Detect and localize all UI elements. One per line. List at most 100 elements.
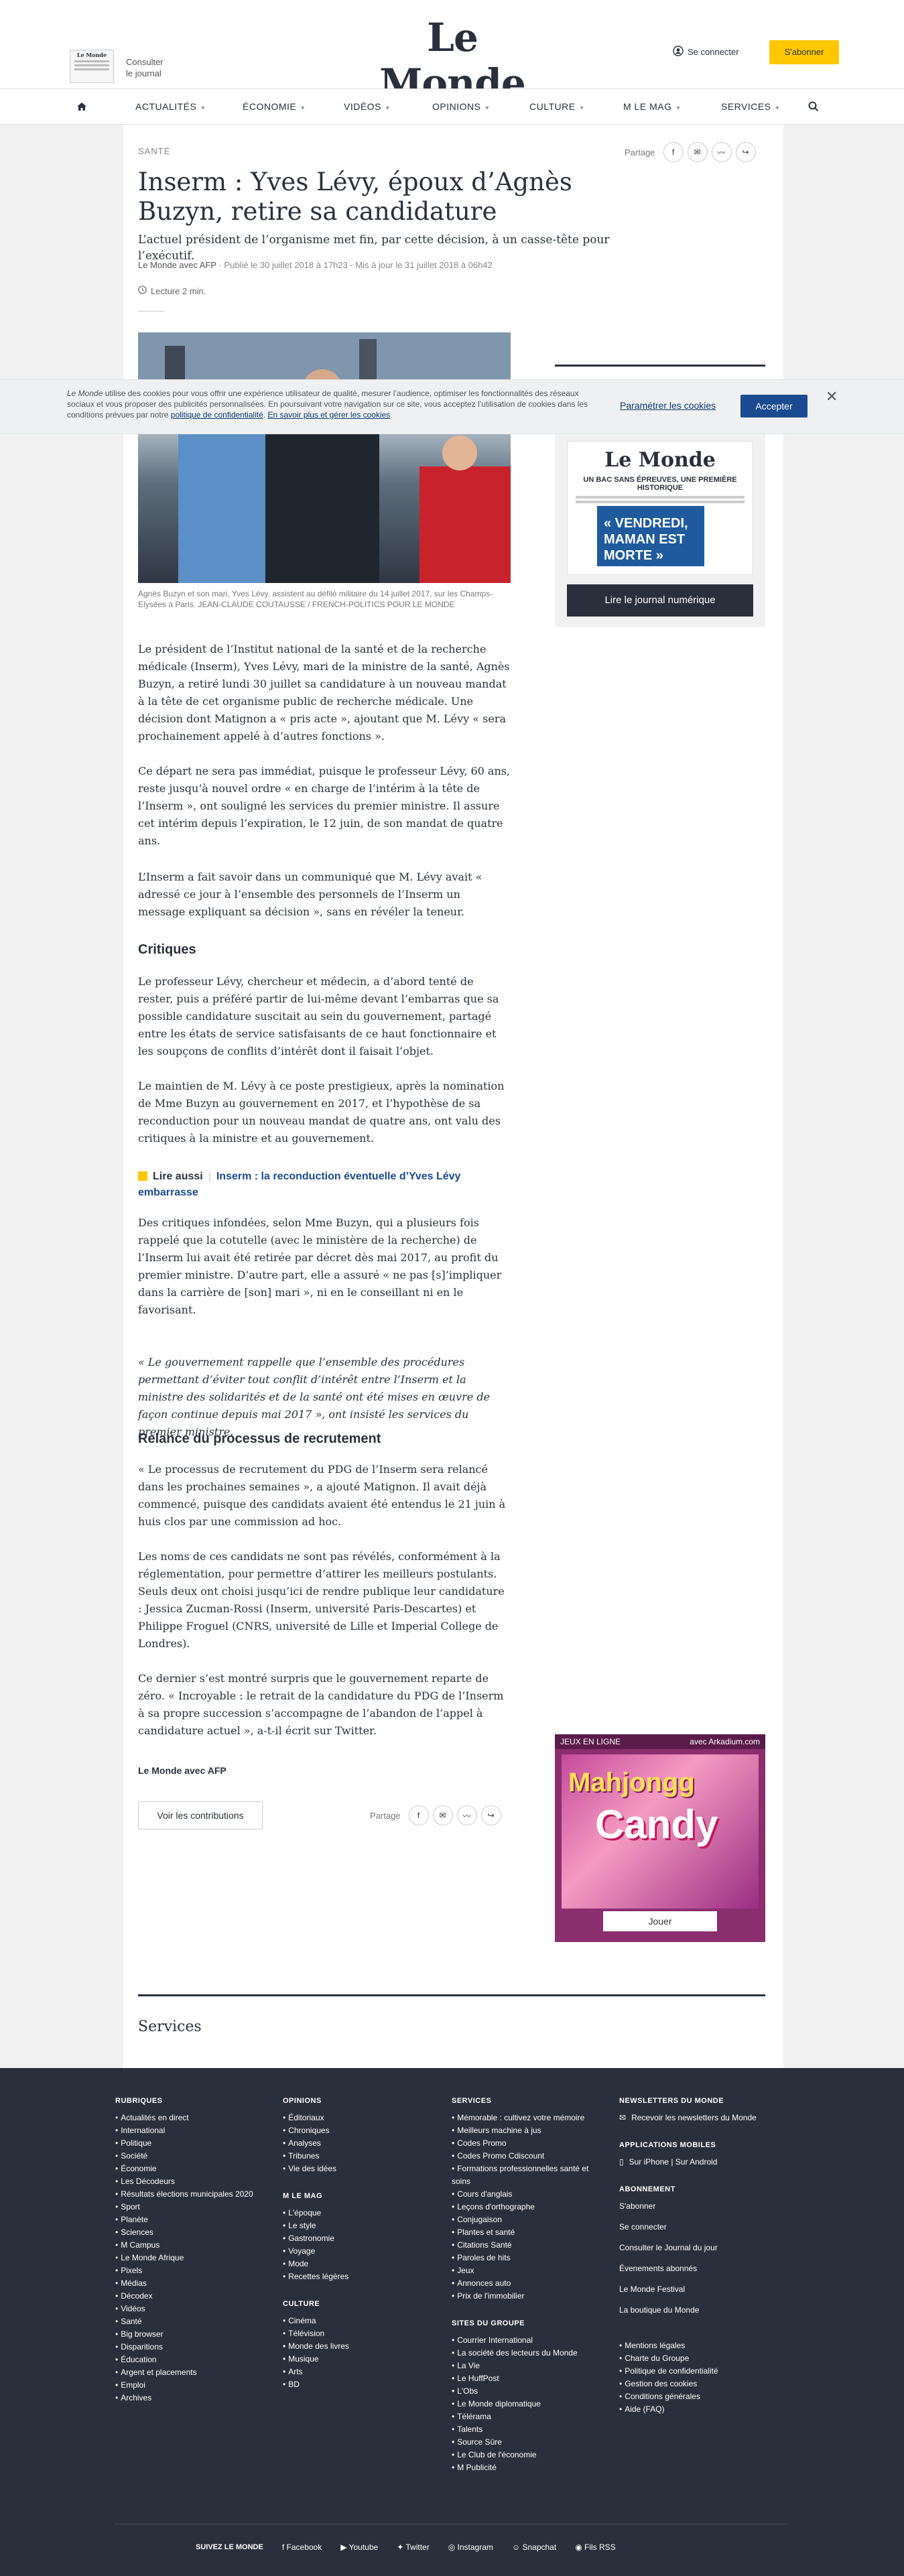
footer-link[interactable]: Aide (FAQ) — [619, 2403, 787, 2416]
footer-link[interactable]: S'abonner — [619, 2200, 787, 2213]
cookie-settings-link[interactable]: Paramétrer les cookies — [620, 400, 716, 411]
footer-link[interactable]: Codes Promo — [452, 2137, 599, 2150]
youtube-link[interactable]: ▶ Youtube — [340, 2542, 378, 2552]
footer-link[interactable]: Cours d'anglais — [452, 2188, 599, 2201]
footer-link[interactable]: Télévision — [283, 2327, 430, 2340]
footer-link[interactable]: Disparitions — [115, 2341, 263, 2354]
privacy-policy-link[interactable]: politique de confidentialité — [171, 410, 263, 420]
footer-link[interactable]: Politique — [115, 2137, 263, 2150]
footer-link[interactable]: Sciences — [115, 2226, 263, 2239]
login-link[interactable]: Se connecter — [673, 46, 739, 58]
footer-link[interactable]: Santé — [115, 2315, 263, 2328]
footer-link[interactable]: Télérama — [452, 2410, 599, 2423]
footer-link[interactable]: Le style — [283, 2219, 430, 2232]
footer-link[interactable]: Le Monde Festival — [619, 2283, 787, 2296]
footer-link[interactable]: La société des lecteurs du Monde — [452, 2347, 599, 2360]
footer-link[interactable]: Tribunes — [283, 2150, 430, 2163]
online-games-ad[interactable]: JEUX EN LIGNE avec Arkadium.com Mahjongg… — [555, 1734, 765, 1942]
footer-link[interactable]: Actualités en direct — [115, 2112, 263, 2124]
footer-link[interactable]: Argent et placements — [115, 2366, 263, 2379]
footer-link[interactable]: Pixels — [115, 2264, 263, 2277]
nav-services[interactable]: SERVICES ▼ — [721, 89, 781, 124]
footer-link[interactable]: Décodex — [115, 2290, 263, 2303]
footer-link[interactable]: Annonces auto — [452, 2277, 599, 2290]
rss-link[interactable]: ◉ Fils RSS — [575, 2542, 615, 2552]
email-icon[interactable]: ✉ — [432, 1805, 453, 1825]
article-kicker[interactable]: SANTÉ — [138, 146, 170, 156]
read-digital-paper-button[interactable]: Lire le journal numérique — [567, 584, 753, 617]
footer-link[interactable]: Paroles de hits — [452, 2252, 599, 2264]
consult-journal-link[interactable]: Consulter le journal — [126, 56, 164, 79]
footer-link[interactable]: Leçons d'orthographe — [452, 2201, 599, 2213]
share-icon[interactable]: ↪ — [480, 1805, 501, 1825]
footer-link[interactable]: Éditoriaux — [283, 2112, 430, 2124]
footer-link[interactable]: L'époque — [283, 2207, 430, 2219]
article-photo[interactable] — [138, 332, 511, 583]
footer-link[interactable]: Conditions générales — [619, 2390, 787, 2403]
footer-link[interactable]: Mode — [283, 2258, 430, 2270]
footer-link[interactable]: International — [115, 2124, 263, 2137]
footer-link[interactable]: Big browser — [115, 2328, 263, 2341]
footer-link[interactable]: La boutique du Monde — [619, 2304, 787, 2317]
footer-link[interactable]: La Vie — [452, 2360, 599, 2372]
footer-link[interactable]: Résultats élections municipales 2020 — [115, 2188, 263, 2201]
facebook-icon[interactable]: f — [408, 1805, 429, 1825]
accept-cookies-button[interactable]: Accepter — [740, 395, 808, 417]
footer-link[interactable]: Le HuffPost — [452, 2372, 599, 2385]
apps-link[interactable]: ▯ Sur iPhone | Sur Android — [619, 2156, 787, 2169]
messenger-icon[interactable]: 〰 — [456, 1805, 477, 1825]
footer-link[interactable]: Vie des idées — [283, 2163, 430, 2175]
footer-link[interactable]: Courrier International — [452, 2334, 599, 2347]
home-icon[interactable] — [76, 89, 87, 124]
contributions-button[interactable]: Voir les contributions — [138, 1801, 263, 1829]
footer-link[interactable]: Plantes et santé — [452, 2226, 599, 2239]
nav-m-le-mag[interactable]: M LE MAG ▼ — [623, 89, 682, 124]
search-icon[interactable] — [808, 89, 819, 124]
snapchat-link[interactable]: ☺ Snapchat — [512, 2542, 556, 2552]
footer-link[interactable]: Médias — [115, 2277, 263, 2290]
footer-link[interactable]: Gestion des cookies — [619, 2378, 787, 2390]
manage-cookies-link[interactable]: En savoir plus et gérer les cookies — [268, 410, 391, 420]
footer-link[interactable]: Le Monde Afrique — [115, 2252, 263, 2264]
share-icon[interactable]: ↪ — [735, 142, 756, 162]
footer-link[interactable]: BD — [283, 2378, 430, 2391]
footer-link[interactable]: Chroniques — [283, 2124, 430, 2137]
instagram-link[interactable]: ◎ Instagram — [448, 2542, 493, 2552]
footer-link[interactable]: Planète — [115, 2213, 263, 2226]
nav-actualites[interactable]: ACTUALITÉS ▼ — [135, 89, 206, 124]
footer-link[interactable]: Prix de l'immobilier — [452, 2290, 599, 2303]
facebook-link[interactable]: f Facebook — [282, 2542, 322, 2552]
footer-link[interactable]: Le Club de l'économie — [452, 2449, 599, 2461]
footer-link[interactable]: Mémorable : cultivez votre mémoire — [452, 2112, 599, 2124]
footer-link[interactable]: M Publicité — [452, 2461, 599, 2474]
play-button[interactable]: Jouer — [603, 1911, 717, 1931]
footer-link[interactable]: Le Monde diplomatique — [452, 2398, 599, 2410]
footer-link[interactable]: Mentions légales — [619, 2339, 787, 2352]
footer-link[interactable]: M Campus — [115, 2239, 263, 2252]
footer-link[interactable]: Archives — [115, 2392, 263, 2404]
footer-link[interactable]: Économie — [115, 2163, 263, 2175]
footer-link[interactable]: Meilleurs machine à jus — [452, 2124, 599, 2137]
footer-link[interactable]: Conjugaison — [452, 2213, 599, 2226]
footer-link[interactable]: Sport — [115, 2201, 263, 2213]
footer-link[interactable]: Arts — [283, 2366, 430, 2378]
footer-link[interactable]: Société — [115, 2150, 263, 2163]
footer-link[interactable]: Évenements abonnés — [619, 2262, 787, 2275]
footer-link[interactable]: Charte du Groupe — [619, 2352, 787, 2365]
footer-link[interactable]: Musique — [283, 2353, 430, 2366]
email-icon[interactable]: ✉ — [687, 142, 708, 162]
footer-link[interactable]: Vidéos — [115, 2303, 263, 2315]
subscribe-button[interactable]: S'abonner — [769, 40, 839, 64]
footer-link[interactable]: Se connecter — [619, 2221, 787, 2234]
footer-link[interactable]: Monde des livres — [283, 2340, 430, 2353]
nav-opinions[interactable]: OPINIONS ▼ — [432, 89, 491, 124]
newsletter-link[interactable]: ✉ Recevoir les newsletters du Monde — [619, 2112, 787, 2124]
footer-link[interactable]: Source Sûre — [452, 2436, 599, 2449]
footer-link[interactable]: Jeux — [452, 2264, 599, 2277]
footer-link[interactable]: Emploi — [115, 2379, 263, 2392]
todays-paper-thumbnail[interactable]: Le Monde — [70, 50, 114, 83]
nav-culture[interactable]: CULTURE ▼ — [529, 89, 585, 124]
footer-link[interactable]: Codes Promo Cdiscount — [452, 2150, 599, 2163]
footer-link[interactable]: Consulter le Journal du jour — [619, 2242, 787, 2254]
footer-link[interactable]: Politique de confidentialité — [619, 2365, 787, 2378]
